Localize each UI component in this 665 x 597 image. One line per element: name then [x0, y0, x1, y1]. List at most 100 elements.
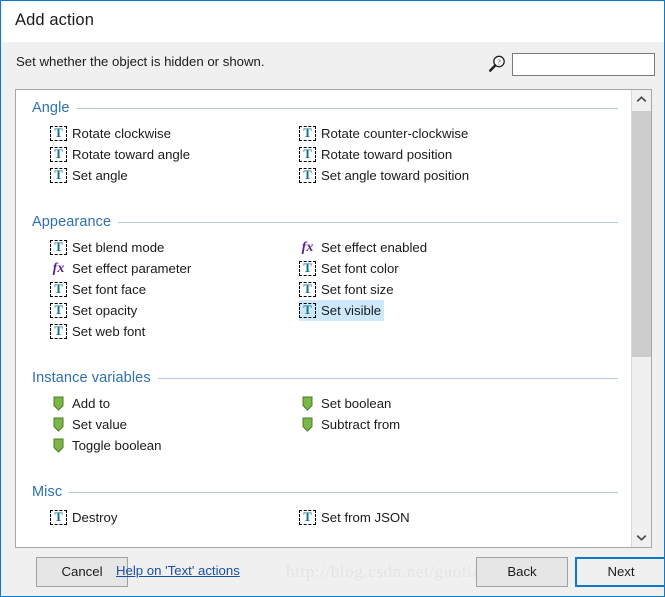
action-item-selected[interactable]: T Set visible [299, 300, 385, 321]
effect-fx-icon: fx [301, 239, 314, 255]
action-label: Rotate toward angle [72, 146, 191, 162]
action-label: Set web font [72, 323, 146, 339]
group-column-right: Set boolean Subtract from [299, 393, 403, 435]
action-label: Set opacity [72, 302, 138, 318]
action-item[interactable]: T Set opacity [50, 300, 140, 321]
action-item[interactable]: Toggle boolean [50, 435, 164, 456]
action-label: Set font face [72, 281, 147, 297]
action-item[interactable]: Add to [50, 393, 113, 414]
instance-variable-icon [299, 396, 316, 411]
action-item[interactable]: T Rotate toward position [299, 144, 455, 165]
cancel-button[interactable]: Cancel [36, 557, 128, 587]
action-item[interactable]: T Set from JSON [299, 507, 413, 528]
text-object-icon: T [299, 126, 316, 141]
scroll-up-button[interactable] [632, 90, 651, 109]
action-label: Set effect enabled [321, 239, 428, 255]
action-label: Set font color [321, 260, 399, 276]
action-item[interactable]: T Destroy [50, 507, 120, 528]
group-title: Instance variables [32, 370, 151, 386]
action-label: Set value [72, 416, 127, 432]
group-divider [69, 491, 618, 493]
group-column-left: T Rotate clockwise T Rotate toward angle… [50, 123, 193, 186]
action-label: Set visible [321, 302, 382, 318]
group-divider [157, 377, 618, 379]
group-title: Misc [32, 484, 63, 500]
action-label: Toggle boolean [72, 437, 162, 453]
text-object-icon: T [50, 126, 67, 141]
dialog-title: Add action [15, 11, 94, 29]
action-item[interactable]: fx Set effect enabled [299, 237, 430, 258]
action-list-content: Angle T Rotate clockwise T Rotate toward… [16, 90, 632, 547]
text-object-icon: T [50, 240, 67, 255]
action-item[interactable]: fx Set effect parameter [50, 258, 194, 279]
action-label: Rotate toward position [321, 146, 453, 162]
search-help-icon: ? [487, 54, 507, 74]
text-object-icon: T [299, 303, 316, 318]
scroll-down-button[interactable] [632, 528, 651, 547]
action-label: Set angle toward position [321, 167, 470, 183]
group-column-right: fx Set effect enabled T Set font color T… [299, 237, 430, 321]
action-label: Set effect parameter [72, 260, 192, 276]
text-object-icon: T [50, 303, 67, 318]
help-link[interactable]: Help on 'Text' actions [116, 563, 240, 578]
instruction-text: Set whether the object is hidden or show… [16, 54, 265, 69]
back-button[interactable]: Back [476, 557, 568, 587]
group-divider [76, 107, 618, 109]
action-item[interactable]: T Set blend mode [50, 237, 167, 258]
action-item[interactable]: T Rotate counter-clockwise [299, 123, 471, 144]
scrollbar-thumb[interactable] [632, 111, 651, 357]
next-button[interactable]: Next [575, 557, 664, 587]
group-column-left: Add to Set value Toggle boolean [50, 393, 164, 456]
group-items: T Set blend mode fx Set effect parameter… [16, 233, 632, 350]
text-object-icon: T [50, 168, 67, 183]
group-angle: Angle T Rotate clockwise T Rotate toward… [16, 97, 632, 194]
group-appearance: Appearance T Set blend mode fx Set effec… [16, 211, 632, 350]
action-label: Subtract from [321, 416, 401, 432]
group-header: Appearance [16, 211, 632, 233]
action-item[interactable]: T Set angle [50, 165, 131, 186]
group-instance-variables: Instance variables Add to Set value Togg… [16, 367, 632, 464]
action-label: Set blend mode [72, 239, 165, 255]
action-label: Rotate counter-clockwise [321, 125, 469, 141]
instance-variable-icon [299, 417, 316, 432]
action-item[interactable]: T Set font size [299, 279, 397, 300]
vertical-scrollbar[interactable] [631, 90, 651, 547]
action-item[interactable]: T Set web font [50, 321, 148, 342]
text-object-icon: T [50, 324, 67, 339]
action-label: Set angle [72, 167, 128, 183]
action-item[interactable]: Set boolean [299, 393, 394, 414]
group-items: T Rotate clockwise T Rotate toward angle… [16, 119, 632, 194]
action-item[interactable]: Set value [50, 414, 130, 435]
action-item[interactable]: T Rotate clockwise [50, 123, 174, 144]
instance-variable-icon [50, 417, 67, 432]
action-item[interactable]: T Rotate toward angle [50, 144, 193, 165]
action-list-panel: Angle T Rotate clockwise T Rotate toward… [15, 89, 652, 548]
group-header: Instance variables [16, 367, 632, 389]
group-column-right: T Rotate counter-clockwise T Rotate towa… [299, 123, 472, 186]
text-object-icon: T [50, 282, 67, 297]
effect-fx-icon: fx [52, 260, 65, 276]
action-item[interactable]: Subtract from [299, 414, 403, 435]
text-object-icon: T [299, 510, 316, 525]
dialog-footer: http://blog.csdn.net/guotiaoqiao12138 Ca… [2, 548, 664, 596]
text-object-icon: T [50, 510, 67, 525]
action-label: Set boolean [321, 395, 392, 411]
group-column-right: T Set from JSON [299, 507, 413, 528]
action-item[interactable]: T Set angle toward position [299, 165, 472, 186]
text-object-icon: T [299, 261, 316, 276]
group-column-left: T Destroy [50, 507, 120, 528]
action-item[interactable]: T Set font face [50, 279, 149, 300]
text-object-icon: T [299, 282, 316, 297]
group-items: Add to Set value Toggle boolean Set bool… [16, 389, 632, 464]
text-object-icon: T [299, 147, 316, 162]
group-column-left: T Set blend mode fx Set effect parameter… [50, 237, 194, 342]
group-header: Angle [16, 97, 632, 119]
action-label: Set font size [321, 281, 394, 297]
dialog-titlebar: Add action [2, 2, 664, 42]
text-object-icon: T [299, 168, 316, 183]
dialog-header-strip: Set whether the object is hidden or show… [2, 42, 664, 87]
action-item[interactable]: T Set font color [299, 258, 402, 279]
group-title: Angle [32, 100, 70, 116]
search-input[interactable] [512, 53, 655, 76]
group-items: T Destroy T Set from JSON [16, 503, 632, 537]
